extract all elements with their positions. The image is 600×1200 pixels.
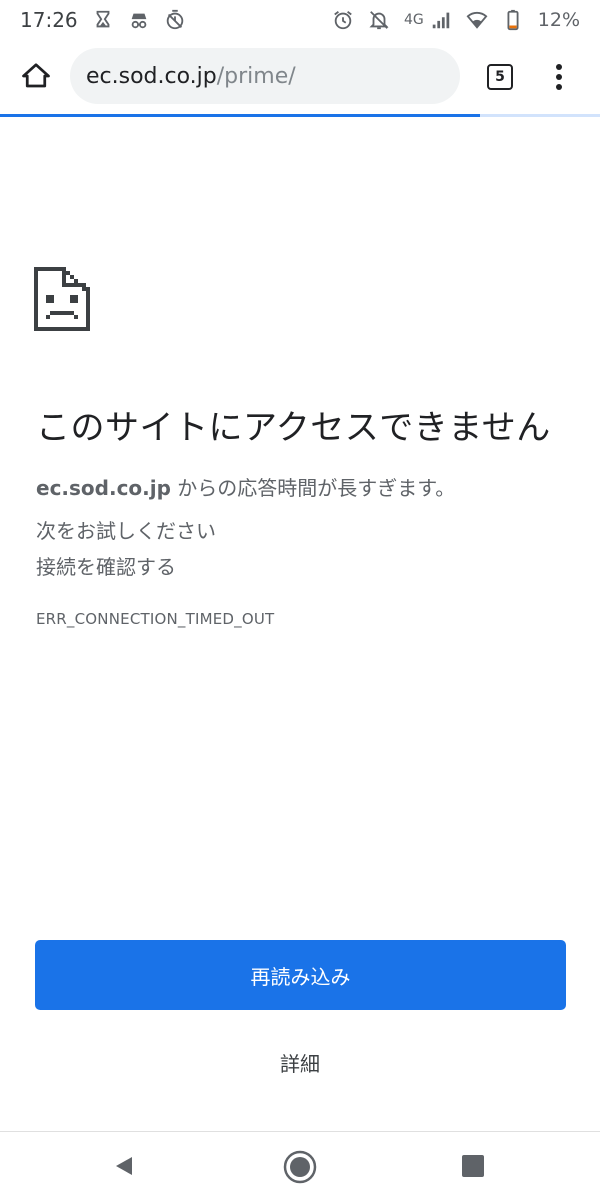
back-icon[interactable] xyxy=(112,1154,136,1178)
error-detail-text: からの応答時間が長すぎます。 xyxy=(170,476,456,500)
home-nav-icon[interactable] xyxy=(282,1149,318,1185)
suggestion-check-connection: 接続を確認する xyxy=(36,555,176,579)
browser-screen: 17:26 4G 12% ec.sod.co.jp /prime/ 5 このサイ… xyxy=(0,0,600,1200)
hourglass-icon xyxy=(92,9,114,31)
page-load-progress-fill xyxy=(0,114,480,117)
sad-document-icon xyxy=(34,267,90,331)
status-left: 17:26 xyxy=(20,8,186,32)
suggestion-heading: 次をお試しください xyxy=(36,519,216,543)
timer-icon xyxy=(164,9,186,31)
url-host: ec.sod.co.jp xyxy=(86,63,217,89)
reload-button[interactable]: 再読み込み xyxy=(35,940,566,1010)
error-title: このサイトにアクセスできません xyxy=(36,408,551,448)
more-vert-icon-dot xyxy=(556,84,562,90)
tab-count: 5 xyxy=(495,69,505,85)
system-nav-bar xyxy=(0,1132,600,1200)
recents-icon[interactable] xyxy=(462,1155,484,1177)
url-path: /prime/ xyxy=(216,63,296,89)
network-type: 4G xyxy=(404,12,424,28)
more-vert-icon xyxy=(556,64,562,70)
status-bar: 17:26 4G 12% xyxy=(0,0,600,40)
error-detail: ec.sod.co.jp からの応答時間が長すぎます。 xyxy=(36,472,576,501)
notifications-off-icon xyxy=(368,9,390,31)
error-host: ec.sod.co.jp xyxy=(36,476,171,500)
details-button[interactable]: 詳細 xyxy=(250,1042,350,1082)
tab-switcher-button[interactable]: 5 xyxy=(487,64,513,90)
status-time: 17:26 xyxy=(20,8,78,32)
battery-percent: 12% xyxy=(537,9,580,31)
address-bar[interactable]: ec.sod.co.jp/prime/ xyxy=(70,48,460,104)
status-right: 4G 12% xyxy=(332,9,580,31)
menu-button[interactable] xyxy=(545,60,573,94)
incognito-icon xyxy=(128,9,150,31)
alarm-icon xyxy=(332,9,354,31)
wifi-icon xyxy=(466,9,488,31)
signal-icon xyxy=(430,9,452,31)
battery-icon xyxy=(502,9,524,31)
error-code: ERR_CONNECTION_TIMED_OUT xyxy=(36,610,275,628)
home-button[interactable] xyxy=(16,56,56,96)
browser-toolbar: ec.sod.co.jp/prime/ 5 xyxy=(0,40,600,112)
page-load-progress xyxy=(0,114,600,117)
more-vert-icon-dot xyxy=(556,74,562,80)
home-icon xyxy=(22,63,50,88)
